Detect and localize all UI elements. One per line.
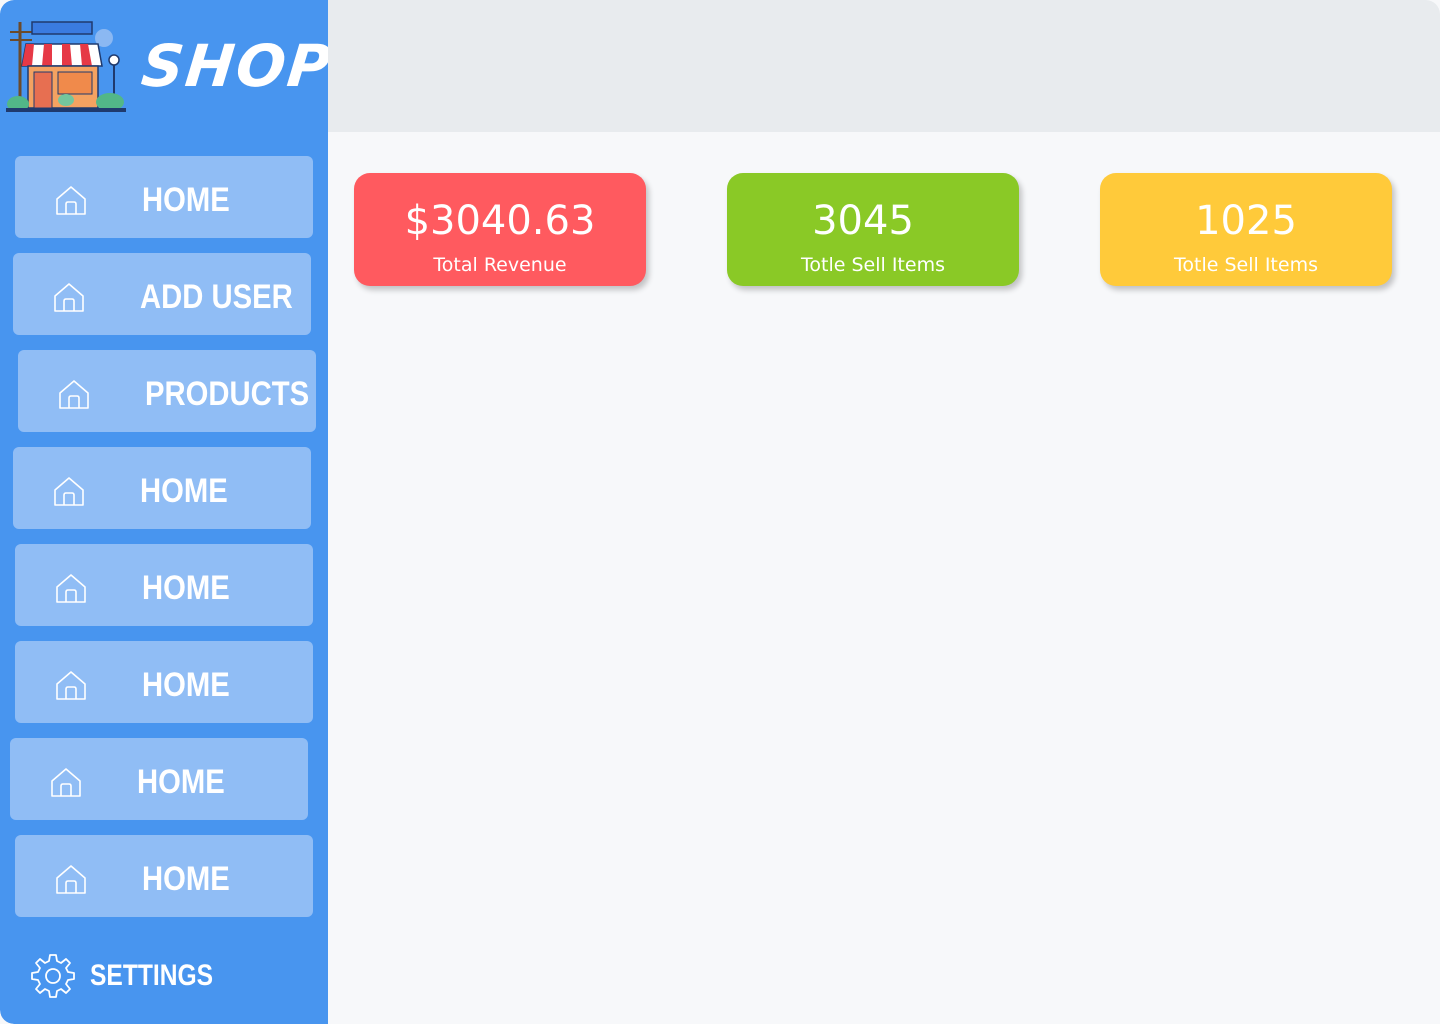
sidebar-item-label: HOME (142, 666, 230, 704)
home-icon (54, 477, 84, 506)
stat-value: 1025 (1195, 198, 1297, 244)
home-icon (56, 865, 86, 894)
sidebar-item-label: HOME (142, 860, 230, 898)
sell-items-card-2: 1025 Totle Sell Items (1100, 173, 1392, 286)
sell-items-card: 3045 Totle Sell Items (727, 173, 1019, 286)
sidebar-item-home[interactable]: HOME (10, 738, 308, 820)
sidebar-item-home[interactable]: HOME (15, 156, 313, 238)
stat-value: $3040.63 (404, 198, 596, 244)
sidebar-item-label: HOME (140, 472, 228, 510)
sidebar-item-label: ADD USER (140, 278, 293, 316)
home-icon (54, 283, 84, 312)
sidebar-item-add-user[interactable]: ADD USER (13, 253, 311, 335)
stat-caption: Total Revenue (433, 254, 567, 276)
sidebar-item-home[interactable]: HOME (15, 835, 313, 917)
sidebar: SHOP HOME ADD USER PRODUCTS HOME HOME HO… (0, 0, 336, 1024)
stat-caption: Totle Sell Items (801, 254, 945, 276)
gear-icon (31, 954, 75, 998)
sidebar-item-home[interactable]: HOME (15, 544, 313, 626)
stat-caption: Totle Sell Items (1174, 254, 1318, 276)
home-icon (56, 574, 86, 603)
dashboard-page: SHOP HOME ADD USER PRODUCTS HOME HOME HO… (0, 0, 1440, 1024)
home-icon (59, 380, 89, 409)
home-icon (56, 671, 86, 700)
sidebar-item-label: HOME (137, 763, 225, 801)
settings-button[interactable]: SETTINGS (30, 952, 230, 1000)
sidebar-item-label: PRODUCTS (145, 375, 310, 413)
sidebar-item-label: HOME (142, 181, 230, 219)
brand-title: SHOP (138, 32, 336, 100)
sidebar-item-label: HOME (142, 569, 230, 607)
top-bar (328, 0, 1440, 132)
sidebar-item-products[interactable]: PRODUCTS (18, 350, 316, 432)
home-icon (56, 186, 86, 215)
shop-logo (6, 21, 126, 112)
sidebar-item-home[interactable]: HOME (15, 641, 313, 723)
total-revenue-card: $3040.63 Total Revenue (354, 173, 646, 286)
settings-label: SETTINGS (90, 959, 214, 992)
stat-value: 3045 (812, 198, 914, 244)
home-icon (51, 768, 81, 797)
sidebar-item-home[interactable]: HOME (13, 447, 311, 529)
